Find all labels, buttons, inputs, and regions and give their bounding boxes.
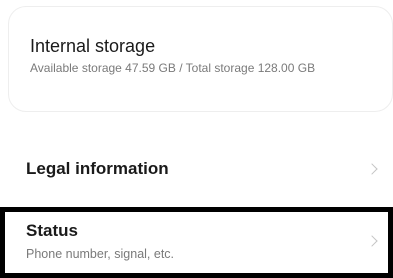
about-phone-page: Internal storage Available storage 47.59… bbox=[0, 0, 393, 278]
legal-information-label: Legal information bbox=[26, 159, 169, 178]
status-label: Status bbox=[26, 221, 78, 240]
status-subtitle: Phone number, signal, etc. bbox=[26, 247, 175, 261]
storage-title: Internal storage bbox=[30, 36, 156, 56]
status-item[interactable]: Status Phone number, signal, etc. bbox=[0, 207, 393, 278]
chevron-right-icon bbox=[366, 163, 378, 175]
legal-information-item[interactable]: Legal information bbox=[0, 140, 393, 196]
chevron-right-icon bbox=[366, 235, 378, 247]
internal-storage-card[interactable]: Internal storage Available storage 47.59… bbox=[8, 6, 393, 112]
storage-detail: Available storage 47.59 GB / Total stora… bbox=[30, 61, 316, 75]
